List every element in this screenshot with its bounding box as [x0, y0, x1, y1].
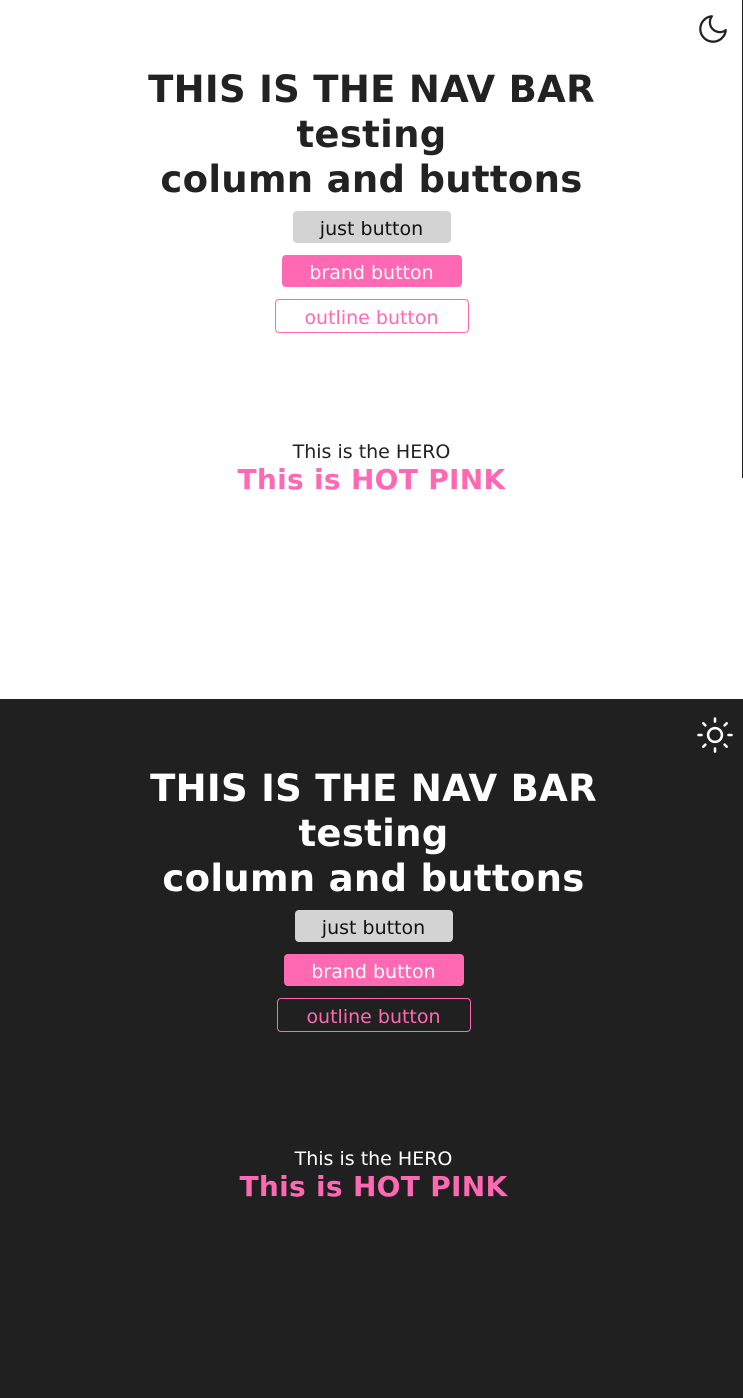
moon-icon: [699, 15, 727, 43]
light-theme-page: THIS IS THE NAV BAR testing column and b…: [0, 0, 743, 699]
just-button[interactable]: just button: [294, 910, 453, 942]
hero-section: This is the HERO This is HOT PINK: [2, 1148, 743, 1203]
theme-toggle-button[interactable]: [695, 11, 731, 47]
nav-title: THIS IS THE NAV BAR testing column and b…: [150, 766, 597, 901]
outline-button[interactable]: outline button: [274, 299, 469, 333]
nav-title-line-2: testing: [296, 113, 447, 156]
nav-bar: THIS IS THE NAV BAR testing column and b…: [2, 766, 743, 1032]
brand-button[interactable]: brand button: [281, 255, 462, 287]
nav-title-line-1: THIS IS THE NAV BAR: [148, 68, 595, 111]
sun-icon: [697, 717, 733, 753]
nav-title-line-1: THIS IS THE NAV BAR: [150, 767, 597, 810]
nav-title-line-3: column and buttons: [160, 158, 583, 201]
brand-button[interactable]: brand button: [283, 954, 464, 986]
nav-title-line-3: column and buttons: [162, 857, 585, 900]
hot-pink-text: This is HOT PINK: [237, 463, 506, 496]
hero-text: This is the HERO: [292, 441, 451, 463]
hero-section: This is the HERO This is HOT PINK: [0, 441, 743, 496]
dark-theme-page: THIS IS THE NAV BAR testing column and b…: [0, 699, 743, 1398]
hot-pink-text: This is HOT PINK: [239, 1170, 508, 1203]
nav-title: THIS IS THE NAV BAR testing column and b…: [148, 67, 595, 202]
nav-title-line-2: testing: [298, 812, 449, 855]
nav-bar: THIS IS THE NAV BAR testing column and b…: [0, 67, 743, 333]
theme-toggle-button[interactable]: [697, 717, 733, 753]
just-button[interactable]: just button: [292, 211, 451, 243]
hero-text: This is the HERO: [294, 1148, 453, 1170]
outline-button[interactable]: outline button: [276, 998, 471, 1032]
